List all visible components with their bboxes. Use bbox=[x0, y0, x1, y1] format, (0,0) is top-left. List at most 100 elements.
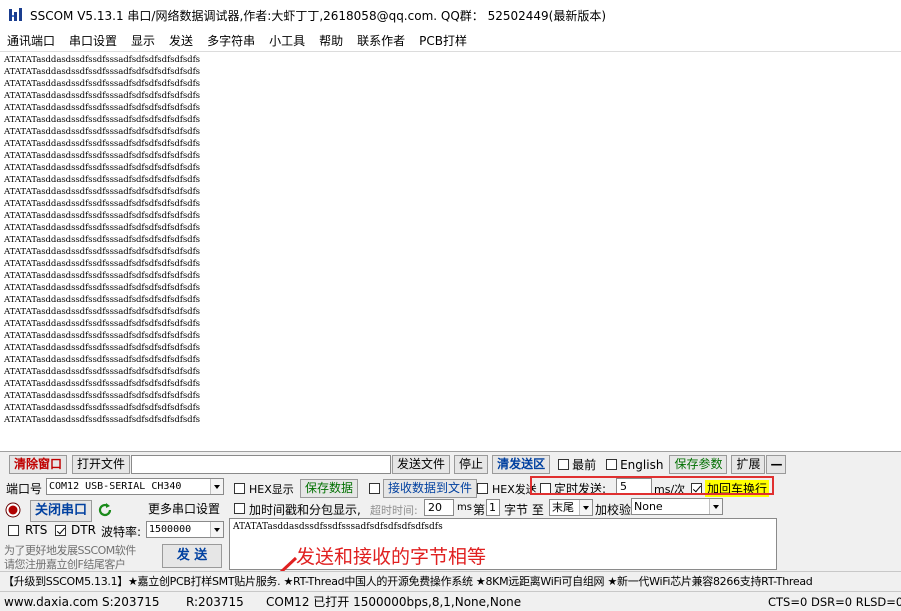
hex-display-label: HEX显示 bbox=[249, 483, 294, 496]
timeout-unit-label: ms bbox=[457, 502, 472, 513]
output-line: ATATATasddasdssdfssdfsssadfsdfsdfsdfsdfs… bbox=[4, 247, 200, 257]
menu-item-4[interactable]: 多字符串 bbox=[200, 30, 262, 52]
output-line: ATATATasddasdssdfssdfsssadfsdfsdfsdfsdfs… bbox=[4, 139, 200, 149]
promo-ticker: 【升级到SSCOM5.13.1】★嘉立创PCB打样SMT贴片服务. ★RT-Th… bbox=[0, 571, 901, 591]
port-select[interactable]: COM12 USB-SERIAL CH340 bbox=[46, 478, 224, 495]
end-select[interactable]: 末尾 bbox=[549, 499, 593, 516]
port-label: 端口号 bbox=[6, 482, 43, 496]
collapse-button[interactable]: — bbox=[766, 455, 787, 474]
send-file-button[interactable]: 发送文件 bbox=[392, 455, 451, 474]
open-file-button[interactable]: 打开文件 bbox=[72, 455, 131, 474]
output-line: ATATATasddasdssdfssdfsssadfsdfsdfsdfsdfs… bbox=[4, 295, 200, 305]
rts-label: RTS bbox=[25, 523, 48, 537]
send-button[interactable]: 发 送 bbox=[162, 544, 222, 568]
recv-to-file-button[interactable]: 接收数据到文件 bbox=[383, 479, 478, 498]
refresh-icon[interactable] bbox=[96, 501, 114, 519]
port-settings-panel: 端口号 COM12 USB-SERIAL CH340 关闭串口 更多串口设置 R… bbox=[0, 476, 229, 571]
received-count-status: R:203715 bbox=[186, 594, 244, 609]
send-text-content: ATATATasddasdssdfssdfsssadfsdfsdfsdfsdfs… bbox=[233, 522, 443, 532]
promo-line-2: 请您注册嘉立创F结尾客户 bbox=[4, 558, 126, 571]
file-path-input[interactable] bbox=[131, 455, 392, 474]
dtr-label: DTR bbox=[71, 523, 96, 537]
more-settings-link[interactable]: 更多串口设置 bbox=[148, 500, 220, 517]
checksum-select[interactable]: None bbox=[631, 498, 723, 515]
timestamp-checkbox[interactable] bbox=[234, 503, 245, 514]
topmost-checkbox[interactable] bbox=[558, 459, 570, 470]
output-line: ATATATasddasdssdfssdfsssadfsdfsdfsdfsdfs… bbox=[4, 115, 200, 125]
output-line: ATATATasddasdssdfssdfsssadfsdfsdfsdfsdfs… bbox=[4, 79, 200, 89]
output-line: ATATATasddasdssdfssdfsssadfsdfsdfsdfsdfs… bbox=[4, 331, 200, 341]
output-line: ATATATasddasdssdfssdfsssadfsdfsdfsdfsdfs… bbox=[4, 103, 200, 113]
nth-input[interactable]: 1 bbox=[486, 499, 500, 516]
hex-send-checkbox[interactable] bbox=[477, 483, 488, 494]
clear-send-button[interactable]: 清发送区 bbox=[492, 455, 551, 474]
save-params-button[interactable]: 保存参数 bbox=[669, 455, 728, 474]
window-title: SSCOM V5.13.1 串口/网络数据调试器,作者:大虾丁丁,2618058… bbox=[30, 8, 607, 23]
stop-button[interactable]: 停止 bbox=[454, 455, 489, 474]
output-line: ATATATasddasdssdfssdfsssadfsdfsdfsdfsdfs… bbox=[4, 91, 200, 101]
baud-select[interactable]: 1500000 bbox=[146, 521, 224, 538]
website-status[interactable]: www.daxia.com bbox=[0, 593, 98, 611]
byte-count-annotation: 发送和接收的字节相等 bbox=[296, 546, 487, 568]
menu-item-2[interactable]: 显示 bbox=[124, 30, 162, 52]
menu-item-5[interactable]: 小工具 bbox=[262, 30, 312, 52]
output-line: ATATATasddasdssdfssdfsssadfsdfsdfsdfsdfs… bbox=[4, 271, 200, 281]
output-line: ATATATasddasdssdfssdfsssadfsdfsdfsdfsdfs… bbox=[4, 67, 200, 77]
clear-window-button[interactable]: 清除窗口 bbox=[9, 455, 68, 474]
title-bar: SSCOM V5.13.1 串口/网络数据调试器,作者:大虾丁丁,2618058… bbox=[0, 0, 901, 30]
receive-output-area[interactable]: ATATATasddasdssdfssdfsssadfsdfsdfsdfsdfs… bbox=[0, 52, 901, 452]
output-line: ATATATasddasdssdfssdfsssadfsdfsdfsdfsdfs… bbox=[4, 127, 200, 137]
output-line: ATATATasddasdssdfssdfsssadfsdfsdfsdfsdfs… bbox=[4, 211, 200, 221]
chevron-down-icon bbox=[709, 499, 722, 514]
dtr-checkbox[interactable] bbox=[55, 525, 66, 536]
close-port-button[interactable]: 关闭串口 bbox=[30, 500, 93, 522]
chevron-down-icon bbox=[210, 522, 223, 537]
checksum-label: 加校验 bbox=[595, 503, 632, 517]
timestamp-label: 加时间戳和分包显示, bbox=[249, 503, 361, 517]
baud-label: 波特率: bbox=[101, 525, 142, 539]
menu-item-3[interactable]: 发送 bbox=[162, 30, 200, 52]
timeout-label: 超时时间: bbox=[370, 504, 418, 517]
save-data-button[interactable]: 保存数据 bbox=[300, 479, 359, 498]
checksum-select-value: None bbox=[634, 500, 663, 513]
output-line: ATATATasddasdssdfssdfsssadfsdfsdfsdfsdfs… bbox=[4, 379, 200, 389]
file-toolbar: 清除窗口 打开文件 发送文件 停止 清发送区 最前 English 保存参数 扩… bbox=[0, 453, 901, 476]
app-icon bbox=[8, 7, 24, 23]
output-line: ATATATasddasdssdfssdfsssadfsdfsdfsdfsdfs… bbox=[4, 163, 200, 173]
output-line: ATATATasddasdssdfssdfsssadfsdfsdfsdfsdfs… bbox=[4, 55, 200, 65]
port-state-status: COM12 已打开 1500000bps,8,1,None,None bbox=[266, 594, 522, 609]
status-bar: www.daxia.com S:203715 R:203715 COM12 已打… bbox=[0, 591, 901, 611]
output-line: ATATATasddasdssdfssdfsssadfsdfsdfsdfsdfs… bbox=[4, 415, 200, 425]
recv-to-file-checkbox[interactable] bbox=[369, 483, 380, 494]
output-line: ATATATasddasdssdfssdfsssadfsdfsdfsdfsdfs… bbox=[4, 391, 200, 401]
output-line: ATATATasddasdssdfssdfsssadfsdfsdfsdfsdfs… bbox=[4, 355, 200, 365]
expand-button[interactable]: 扩展 bbox=[731, 455, 766, 474]
menu-bar: 通讯端口 串口设置 显示 发送 多字符串 小工具 帮助 联系作者 PCB打样 bbox=[0, 30, 901, 52]
chevron-down-icon bbox=[579, 500, 592, 515]
signals-status: CTS=0 DSR=0 RLSD=0 bbox=[768, 594, 901, 609]
menu-item-0[interactable]: 通讯端口 bbox=[0, 30, 62, 52]
hex-display-checkbox[interactable] bbox=[234, 483, 245, 494]
output-line: ATATATasddasdssdfssdfsssadfsdfsdfsdfsdfs… bbox=[4, 187, 200, 197]
output-line: ATATATasddasdssdfssdfsssadfsdfsdfsdfsdfs… bbox=[4, 235, 200, 245]
output-line: ATATATasddasdssdfssdfsssadfsdfsdfsdfsdfs… bbox=[4, 319, 200, 329]
topmost-label: 最前 bbox=[572, 458, 597, 472]
timeout-input[interactable]: 20 bbox=[424, 499, 454, 516]
english-checkbox[interactable] bbox=[606, 459, 618, 470]
menu-item-1[interactable]: 串口设置 bbox=[62, 30, 124, 52]
output-line: ATATATasddasdssdfssdfsssadfsdfsdfsdfsdfs… bbox=[4, 403, 200, 413]
english-label: English bbox=[620, 457, 664, 472]
end-select-value: 末尾 bbox=[552, 501, 574, 514]
port-select-value: COM12 USB-SERIAL CH340 bbox=[49, 481, 182, 492]
output-line: ATATATasddasdssdfssdfsssadfsdfsdfsdfsdfs… bbox=[4, 367, 200, 377]
output-line: ATATATasddasdssdfssdfsssadfsdfsdfsdfsdfs… bbox=[4, 151, 200, 161]
menu-item-8[interactable]: PCB打样 bbox=[412, 30, 474, 52]
menu-item-7[interactable]: 联系作者 bbox=[350, 30, 412, 52]
baud-select-value: 1500000 bbox=[149, 524, 192, 535]
menu-item-6[interactable]: 帮助 bbox=[312, 30, 350, 52]
sent-count-status: S:203715 bbox=[102, 594, 160, 609]
nth-label: 第 bbox=[473, 503, 486, 517]
byte-to-label: 字节 至 bbox=[504, 503, 544, 517]
rts-checkbox[interactable] bbox=[8, 525, 19, 536]
output-line: ATATATasddasdssdfssdfsssadfsdfsdfsdfsdfs… bbox=[4, 307, 200, 317]
